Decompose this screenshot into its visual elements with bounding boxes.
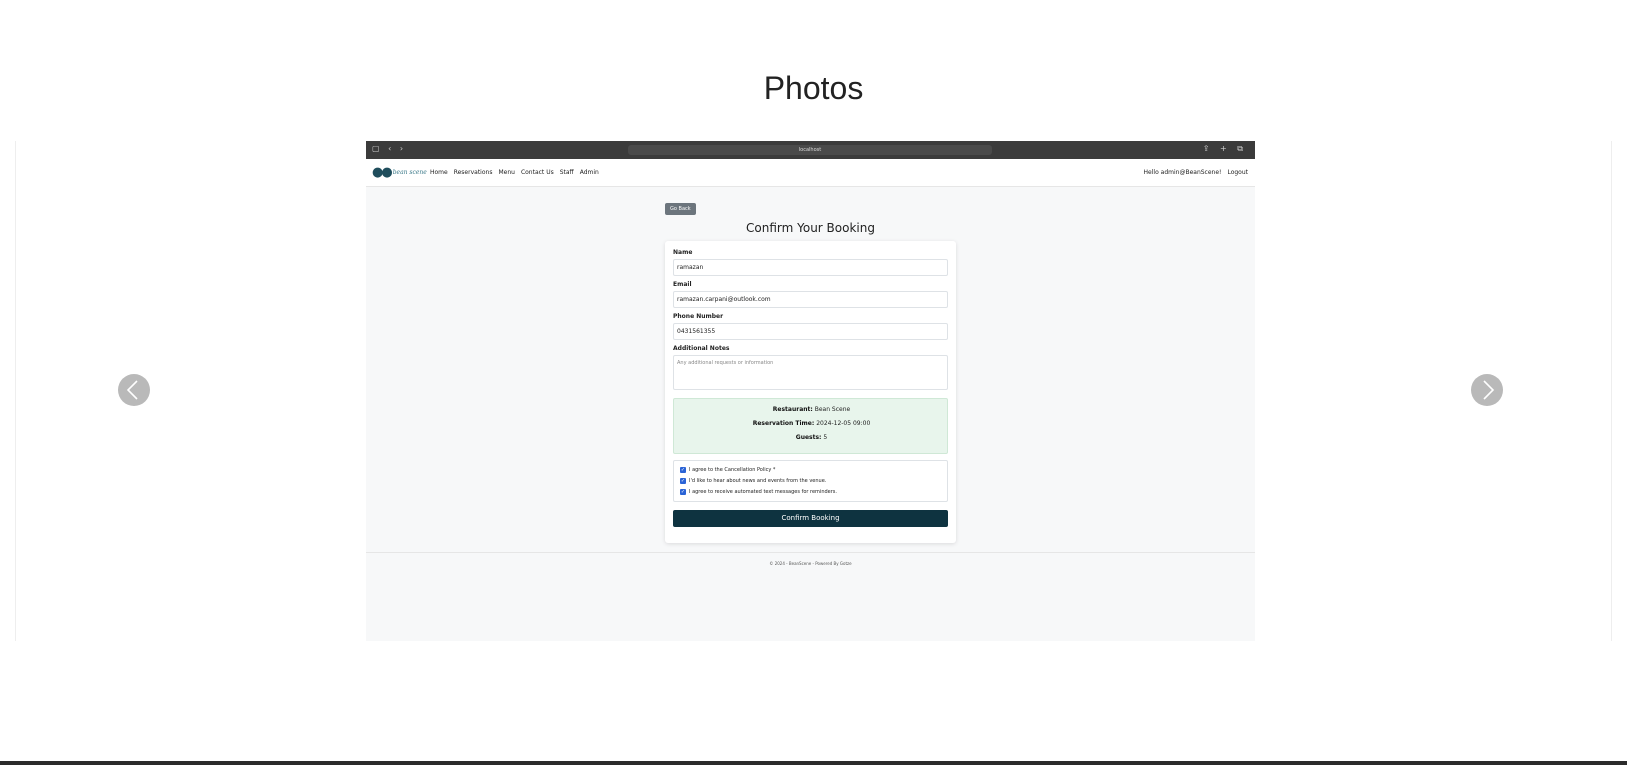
- phone-label: Phone Number: [673, 313, 724, 320]
- photos-section: Photos ▢ ‹ › localhost ⇪ + ⧉ ●● bean sce…: [0, 0, 1627, 765]
- restaurant-value: Bean Scene: [814, 406, 851, 413]
- agreement-label: I agree to the Cancellation Policy *: [689, 467, 776, 473]
- summary-guests: Guests: 5: [674, 434, 949, 441]
- carousel-next-button[interactable]: [1471, 374, 1503, 406]
- checkbox-checked-icon: ✓: [680, 478, 686, 484]
- nav-link-admin: Admin: [579, 169, 599, 176]
- agreement-sms: ✓ I agree to receive automated text mess…: [680, 489, 837, 495]
- beans-logo-icon: ●●: [372, 165, 393, 180]
- carousel-slide-image: ▢ ‹ › localhost ⇪ + ⧉ ●● bean scene Home…: [366, 141, 1255, 641]
- site-navbar: ●● bean scene Home Reservations Menu Con…: [366, 159, 1255, 187]
- agreement-label: I agree to receive automated text messag…: [689, 489, 837, 495]
- carousel-left-edge: [15, 141, 21, 641]
- time-label: Reservation Time:: [752, 420, 815, 427]
- browser-nav-icons: ▢ ‹ ›: [372, 144, 407, 153]
- footer-text: © 2024 - BeanScene - Powered By Gotze: [769, 561, 852, 566]
- go-back-button: Go Back: [665, 203, 696, 215]
- logo-text: bean scene: [392, 169, 427, 176]
- chevron-right-icon: [1483, 380, 1495, 400]
- browser-url-bar: localhost: [628, 145, 992, 155]
- agreement-news: ✓ I'd like to hear about news and events…: [680, 478, 826, 484]
- photo-carousel: ▢ ‹ › localhost ⇪ + ⧉ ●● bean scene Home…: [15, 141, 1612, 641]
- name-field: ramazan: [673, 259, 948, 276]
- browser-toolbar: ▢ ‹ › localhost ⇪ + ⧉: [366, 141, 1255, 159]
- nav-links: Home Reservations Menu Contact Us Staff …: [430, 169, 599, 176]
- form-title: Confirm Your Booking: [746, 221, 875, 235]
- name-label: Name: [673, 249, 693, 256]
- guests-value: 5: [823, 434, 828, 441]
- restaurant-label: Restaurant:: [772, 406, 813, 413]
- checkbox-checked-icon: ✓: [680, 467, 686, 473]
- notes-label: Additional Notes: [673, 345, 730, 352]
- agreements-box: ✓ I agree to the Cancellation Policy * ✓…: [673, 460, 948, 502]
- logout-link: Logout: [1227, 169, 1248, 176]
- notes-textarea: Any additional requests or information: [673, 355, 948, 390]
- agreement-cancellation: ✓ I agree to the Cancellation Policy *: [680, 467, 775, 473]
- summary-time: Reservation Time: 2024-12-05 09:00: [674, 420, 949, 427]
- summary-restaurant: Restaurant: Bean Scene: [674, 406, 949, 413]
- nav-link-menu: Menu: [498, 169, 515, 176]
- email-field: ramazan.carpani@outlook.com: [673, 291, 948, 308]
- checkbox-checked-icon: ✓: [680, 489, 686, 495]
- site-footer: © 2024 - BeanScene - Powered By Gotze: [366, 552, 1255, 641]
- guests-label: Guests:: [795, 434, 822, 441]
- chevron-left-icon: [126, 380, 138, 400]
- agreement-label: I'd like to hear about news and events f…: [689, 478, 827, 484]
- page-title: Photos: [763, 70, 864, 106]
- nav-link-staff: Staff: [559, 169, 574, 176]
- time-value: 2024-12-05 09:00: [816, 420, 871, 427]
- user-greeting: Hello admin@BeanScene!: [1143, 169, 1222, 176]
- carousel-right-edge: [1606, 141, 1612, 641]
- carousel-prev-button[interactable]: [118, 374, 150, 406]
- nav-link-reservations: Reservations: [453, 169, 493, 176]
- phone-field: 0431561355: [673, 323, 948, 340]
- nav-link-home: Home: [430, 169, 448, 176]
- nav-link-contact: Contact Us: [520, 169, 554, 176]
- browser-action-icons: ⇪ + ⧉: [1202, 144, 1247, 153]
- site-logo: ●● bean scene: [372, 165, 427, 180]
- nav-user-area: Hello admin@BeanScene! Logout: [1144, 169, 1248, 176]
- bottom-bar: [0, 761, 1627, 765]
- confirm-booking-button: Confirm Booking: [673, 510, 948, 527]
- booking-form-card: Name ramazan Email ramazan.carpani@outlo…: [665, 241, 956, 543]
- email-label: Email: [673, 281, 692, 288]
- booking-summary: Restaurant: Bean Scene Reservation Time:…: [673, 398, 948, 454]
